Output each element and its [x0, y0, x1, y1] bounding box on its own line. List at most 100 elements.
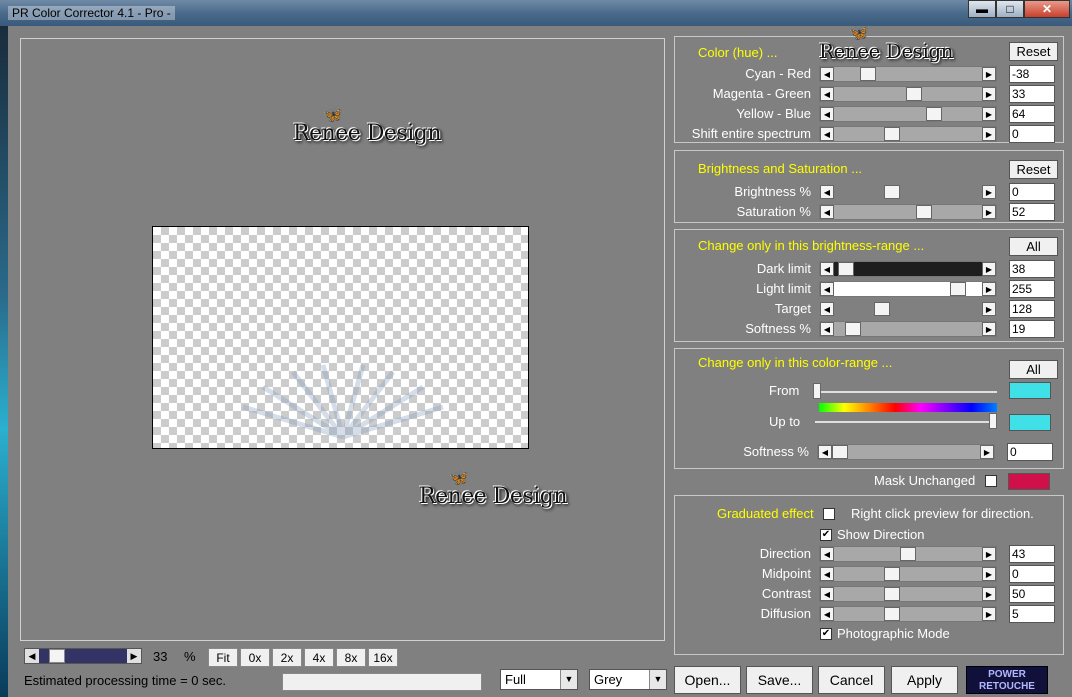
- arrow-right-icon[interactable]: ▶: [982, 302, 996, 316]
- saturation-slider[interactable]: ◀ ▶: [819, 204, 997, 220]
- arrow-right-icon[interactable]: ▶: [127, 649, 141, 663]
- arrow-right-icon[interactable]: ▶: [982, 185, 996, 199]
- chevron-down-icon[interactable]: ▼: [560, 670, 577, 689]
- image-preview[interactable]: [152, 226, 529, 449]
- slider-thumb[interactable]: [900, 547, 916, 561]
- arrow-right-icon[interactable]: ▶: [982, 205, 996, 219]
- show-direction-checkbox[interactable]: ✔: [820, 529, 832, 541]
- slider-thumb[interactable]: [884, 587, 900, 601]
- brange-softness-slider[interactable]: ◀ ▶: [819, 321, 997, 337]
- crange-softness-slider[interactable]: ◀ ▶: [817, 444, 995, 460]
- minimize-button[interactable]: ▬: [968, 0, 996, 18]
- cancel-button[interactable]: Cancel: [818, 666, 885, 694]
- slider-thumb[interactable]: [832, 445, 848, 459]
- slider-thumb[interactable]: [906, 87, 922, 101]
- photographic-mode-checkbox[interactable]: ✔: [820, 628, 832, 640]
- magenta-green-input[interactable]: 33: [1009, 85, 1055, 103]
- target-slider[interactable]: ◀ ▶: [819, 301, 997, 317]
- brightness-slider[interactable]: ◀ ▶: [819, 184, 997, 200]
- midpoint-slider[interactable]: ◀ ▶: [819, 566, 997, 582]
- open-button[interactable]: Open...: [674, 666, 741, 694]
- arrow-left-icon[interactable]: ◀: [820, 87, 834, 101]
- slider-thumb[interactable]: [838, 262, 854, 276]
- upto-slider[interactable]: [815, 421, 995, 423]
- brange-softness-input[interactable]: 19: [1009, 320, 1055, 338]
- arrow-right-icon[interactable]: ▶: [982, 107, 996, 121]
- arrow-right-icon[interactable]: ▶: [982, 547, 996, 561]
- light-limit-input[interactable]: 255: [1009, 280, 1055, 298]
- from-slider-thumb[interactable]: [813, 383, 821, 399]
- arrow-left-icon[interactable]: ◀: [820, 547, 834, 561]
- arrow-right-icon[interactable]: ▶: [982, 67, 996, 81]
- diffusion-input[interactable]: 5: [1009, 605, 1055, 623]
- arrow-right-icon[interactable]: ▶: [982, 587, 996, 601]
- chevron-down-icon[interactable]: ▼: [649, 670, 666, 689]
- zoom-slider[interactable]: ◀ ▶: [24, 648, 142, 664]
- midpoint-input[interactable]: 0: [1009, 565, 1055, 583]
- preview-area[interactable]: 🦋 Renee Design 🦋 Renee Design: [20, 38, 665, 641]
- contrast-input[interactable]: 50: [1009, 585, 1055, 603]
- cyan-red-input[interactable]: -38: [1009, 65, 1055, 83]
- slider-thumb[interactable]: [916, 205, 932, 219]
- magenta-green-slider[interactable]: ◀ ▶: [819, 86, 997, 102]
- brange-all-button[interactable]: All: [1009, 237, 1058, 256]
- diffusion-slider[interactable]: ◀ ▶: [819, 606, 997, 622]
- mask-color-swatch[interactable]: [1008, 473, 1050, 490]
- slider-thumb[interactable]: [884, 607, 900, 621]
- arrow-left-icon[interactable]: ◀: [820, 567, 834, 581]
- zoom-2x-button[interactable]: 2x: [272, 648, 302, 667]
- brightness-input[interactable]: 0: [1009, 183, 1055, 201]
- apply-button[interactable]: Apply: [891, 666, 958, 694]
- zoom-8x-button[interactable]: 8x: [336, 648, 366, 667]
- dark-limit-slider[interactable]: ◀ ▶: [819, 261, 997, 277]
- arrow-left-icon[interactable]: ◀: [820, 282, 834, 296]
- upto-color-swatch[interactable]: [1009, 414, 1051, 431]
- zoom-4x-button[interactable]: 4x: [304, 648, 334, 667]
- upto-slider-thumb[interactable]: [989, 413, 997, 429]
- crange-all-button[interactable]: All: [1009, 360, 1058, 379]
- slider-thumb[interactable]: [845, 322, 861, 336]
- shift-spectrum-slider[interactable]: ◀ ▶: [819, 126, 997, 142]
- contrast-slider[interactable]: ◀ ▶: [819, 586, 997, 602]
- arrow-left-icon[interactable]: ◀: [820, 262, 834, 276]
- arrow-right-icon[interactable]: ▶: [980, 445, 994, 459]
- arrow-right-icon[interactable]: ▶: [982, 567, 996, 581]
- target-input[interactable]: 128: [1009, 300, 1055, 318]
- maximize-button[interactable]: □: [996, 0, 1024, 18]
- saturation-input[interactable]: 52: [1009, 203, 1055, 221]
- close-button[interactable]: ✕: [1024, 0, 1070, 18]
- light-limit-slider[interactable]: ◀ ▶: [819, 281, 997, 297]
- arrow-left-icon[interactable]: ◀: [820, 107, 834, 121]
- arrow-right-icon[interactable]: ▶: [982, 127, 996, 141]
- arrow-right-icon[interactable]: ▶: [982, 322, 996, 336]
- slider-thumb[interactable]: [884, 185, 900, 199]
- graduated-checkbox[interactable]: [823, 508, 835, 520]
- dark-limit-input[interactable]: 38: [1009, 260, 1055, 278]
- arrow-right-icon[interactable]: ▶: [982, 282, 996, 296]
- arrow-right-icon[interactable]: ▶: [982, 262, 996, 276]
- save-button[interactable]: Save...: [746, 666, 813, 694]
- yellow-blue-input[interactable]: 64: [1009, 105, 1055, 123]
- shift-spectrum-input[interactable]: 0: [1009, 125, 1055, 143]
- yellow-blue-slider[interactable]: ◀ ▶: [819, 106, 997, 122]
- zoom-0x-button[interactable]: 0x: [240, 648, 270, 667]
- arrow-left-icon[interactable]: ◀: [820, 67, 834, 81]
- cyan-red-slider[interactable]: ◀ ▶: [819, 66, 997, 82]
- slider-thumb[interactable]: [874, 302, 890, 316]
- arrow-left-icon[interactable]: ◀: [820, 185, 834, 199]
- slider-thumb[interactable]: [926, 107, 942, 121]
- arrow-left-icon[interactable]: ◀: [818, 445, 832, 459]
- from-slider[interactable]: [819, 391, 997, 393]
- arrow-left-icon[interactable]: ◀: [820, 302, 834, 316]
- background-select[interactable]: Grey ▼: [589, 669, 667, 690]
- direction-slider[interactable]: ◀ ▶: [819, 546, 997, 562]
- arrow-left-icon[interactable]: ◀: [820, 587, 834, 601]
- mask-unchanged-checkbox[interactable]: [985, 475, 997, 487]
- bs-reset-button[interactable]: Reset: [1009, 160, 1058, 179]
- arrow-left-icon[interactable]: ◀: [820, 127, 834, 141]
- zoom-16x-button[interactable]: 16x: [368, 648, 398, 667]
- arrow-left-icon[interactable]: ◀: [820, 607, 834, 621]
- slider-thumb[interactable]: [884, 127, 900, 141]
- from-color-swatch[interactable]: [1009, 382, 1051, 399]
- mode-select[interactable]: Full ▼: [500, 669, 578, 690]
